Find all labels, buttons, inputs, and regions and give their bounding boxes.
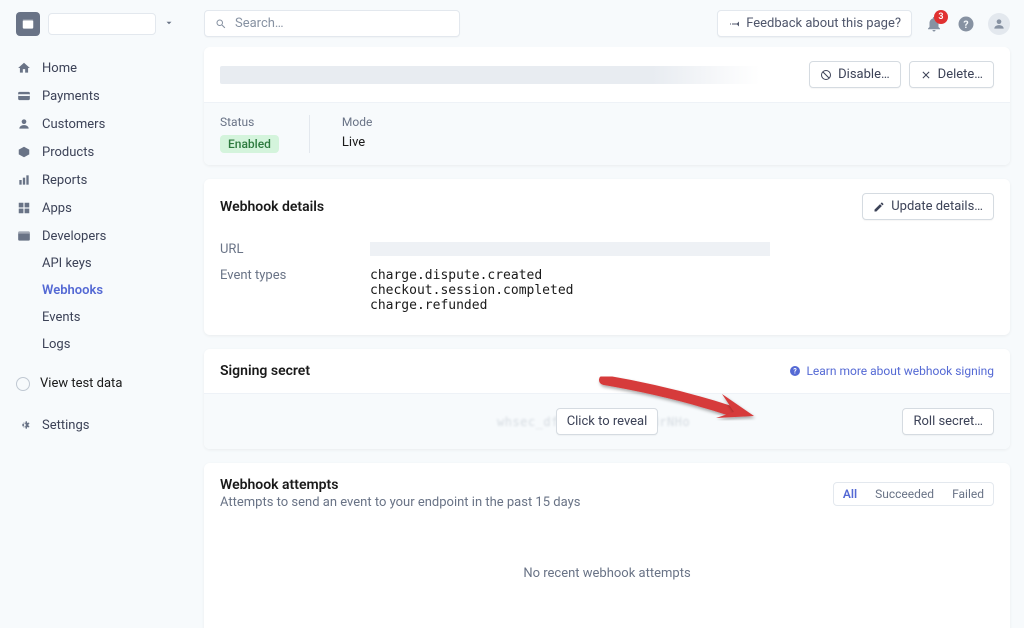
filter-succeeded[interactable]: Succeeded: [866, 483, 943, 505]
learn-more-link[interactable]: ? Learn more about webhook signing: [789, 364, 994, 378]
notification-badge: 3: [934, 10, 948, 24]
button-label: Roll secret…: [913, 414, 983, 429]
button-label: Update details…: [891, 199, 983, 214]
section-title: Webhook details: [220, 199, 324, 215]
update-details-button[interactable]: Update details…: [862, 193, 994, 220]
gear-icon: [16, 417, 32, 433]
roll-secret-button[interactable]: Roll secret…: [902, 408, 994, 435]
url-label: URL: [220, 242, 370, 260]
attempts-empty: No recent webhook attempts: [204, 524, 1010, 628]
payments-icon: [16, 88, 32, 104]
sidebar-item-apikeys[interactable]: API keys: [0, 250, 190, 277]
sidebar-item-reports[interactable]: Reports: [0, 166, 190, 194]
webhook-endpoint-redacted: [220, 66, 760, 84]
megaphone-icon: [728, 18, 740, 30]
url-value-redacted: [370, 242, 770, 256]
filter-all[interactable]: All: [834, 483, 866, 505]
sidebar-item-events[interactable]: Events: [0, 304, 190, 331]
section-subtitle: Attempts to send an event to your endpoi…: [220, 495, 580, 510]
event-types-list: charge.dispute.created checkout.session.…: [370, 268, 994, 313]
products-icon: [16, 144, 32, 160]
search-input[interactable]: Search…: [204, 10, 460, 37]
apps-icon: [16, 200, 32, 216]
sidebar-item-label: Home: [42, 61, 77, 76]
event-types-label: Event types: [220, 268, 370, 313]
sidebar-item-label: Settings: [42, 418, 89, 433]
help-icon: ?: [957, 15, 975, 33]
sidebar-item-label: API keys: [42, 256, 92, 271]
attempts-filter: All Succeeded Failed: [833, 482, 994, 506]
user-icon: [992, 17, 1006, 31]
reveal-secret-button[interactable]: Click to reveal: [556, 408, 659, 435]
mode-label: Mode: [342, 115, 372, 129]
help-icon: ?: [789, 365, 801, 377]
sidebar-item-developers[interactable]: Developers: [0, 222, 190, 250]
sidebar-item-apps[interactable]: Apps: [0, 194, 190, 222]
sidebar-item-home[interactable]: Home: [0, 54, 190, 82]
disable-button[interactable]: Disable…: [809, 61, 901, 88]
button-label: Click to reveal: [567, 414, 648, 429]
button-label: Disable…: [838, 67, 890, 82]
search-placeholder: Search…: [235, 16, 284, 31]
view-test-data-toggle[interactable]: View test data: [0, 368, 190, 399]
customers-icon: [16, 116, 32, 132]
sidebar-item-label: Products: [42, 145, 94, 160]
sidebar-item-label: Logs: [42, 337, 70, 352]
sidebar-item-label: Events: [42, 310, 80, 325]
svg-text:?: ?: [794, 368, 798, 376]
sidebar-item-payments[interactable]: Payments: [0, 82, 190, 110]
section-title: Webhook attempts: [220, 477, 580, 493]
sidebar-item-customers[interactable]: Customers: [0, 110, 190, 138]
reports-icon: [16, 172, 32, 188]
button-label: Delete…: [938, 67, 983, 82]
toggle-circle-icon: [16, 377, 30, 391]
toggle-label: View test data: [40, 376, 122, 391]
pencil-icon: [873, 201, 885, 213]
sidebar-item-label: Webhooks: [42, 283, 103, 298]
sidebar-item-label: Apps: [42, 201, 72, 216]
status-badge: Enabled: [220, 135, 279, 153]
sidebar-item-settings[interactable]: Settings: [0, 411, 190, 439]
event-type: charge.refunded: [370, 298, 994, 313]
mode-value: Live: [342, 135, 372, 150]
sidebar-item-webhooks[interactable]: Webhooks: [0, 277, 190, 304]
sidebar-item-label: Developers: [42, 229, 106, 244]
status-label: Status: [220, 115, 279, 129]
help-button[interactable]: ?: [956, 14, 976, 34]
avatar[interactable]: [988, 13, 1010, 35]
event-type: charge.dispute.created: [370, 268, 994, 283]
event-type: checkout.session.completed: [370, 283, 994, 298]
feedback-button[interactable]: Feedback about this page?: [717, 10, 912, 37]
filter-failed[interactable]: Failed: [943, 483, 993, 505]
search-icon: [215, 18, 227, 30]
notifications-button[interactable]: 3: [924, 14, 944, 34]
chevron-down-icon: [164, 17, 174, 32]
sidebar-item-label: Reports: [42, 173, 87, 188]
home-icon: [16, 60, 32, 76]
sidebar-item-products[interactable]: Products: [0, 138, 190, 166]
developers-icon: [16, 228, 32, 244]
feedback-label: Feedback about this page?: [746, 16, 901, 31]
link-label: Learn more about webhook signing: [806, 364, 994, 378]
disable-icon: [820, 69, 832, 81]
delete-button[interactable]: Delete…: [909, 61, 994, 88]
svg-text:?: ?: [963, 17, 968, 30]
app-logo[interactable]: [16, 12, 40, 36]
close-icon: [920, 69, 932, 81]
section-title: Signing secret: [220, 363, 310, 379]
sidebar-item-logs[interactable]: Logs: [0, 331, 190, 358]
sidebar-item-label: Customers: [42, 117, 105, 132]
sidebar-item-label: Payments: [42, 89, 100, 104]
account-switcher[interactable]: [48, 13, 156, 35]
